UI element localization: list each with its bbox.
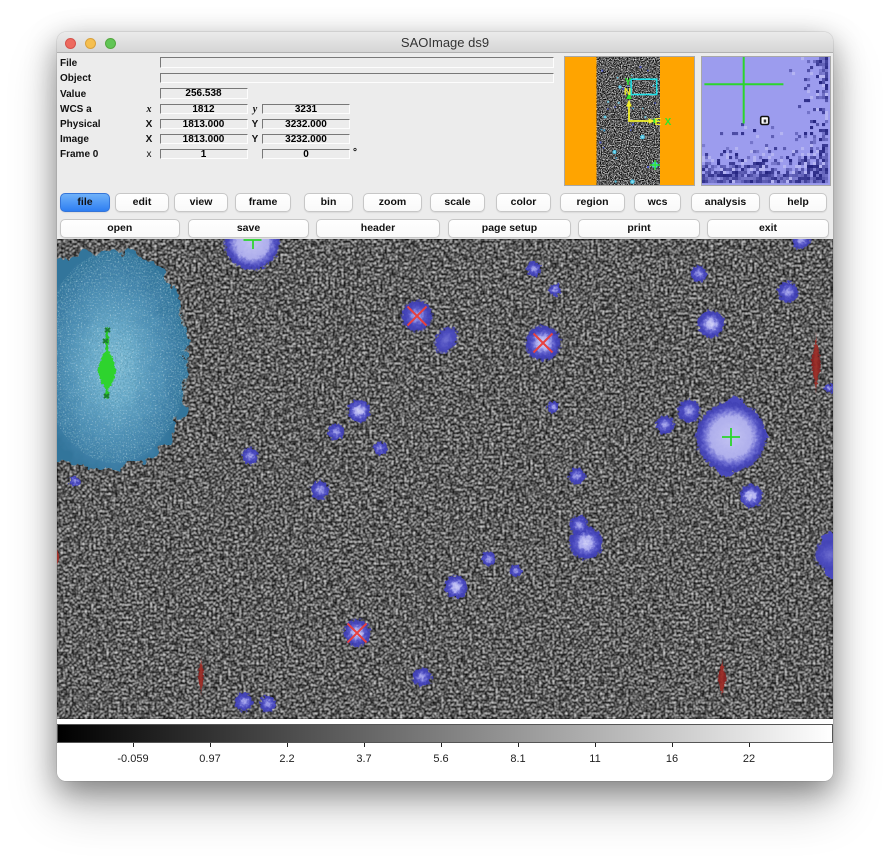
svg-text:N: N — [624, 87, 631, 98]
svg-text:X: X — [665, 117, 672, 128]
svg-text:E: E — [655, 117, 662, 128]
